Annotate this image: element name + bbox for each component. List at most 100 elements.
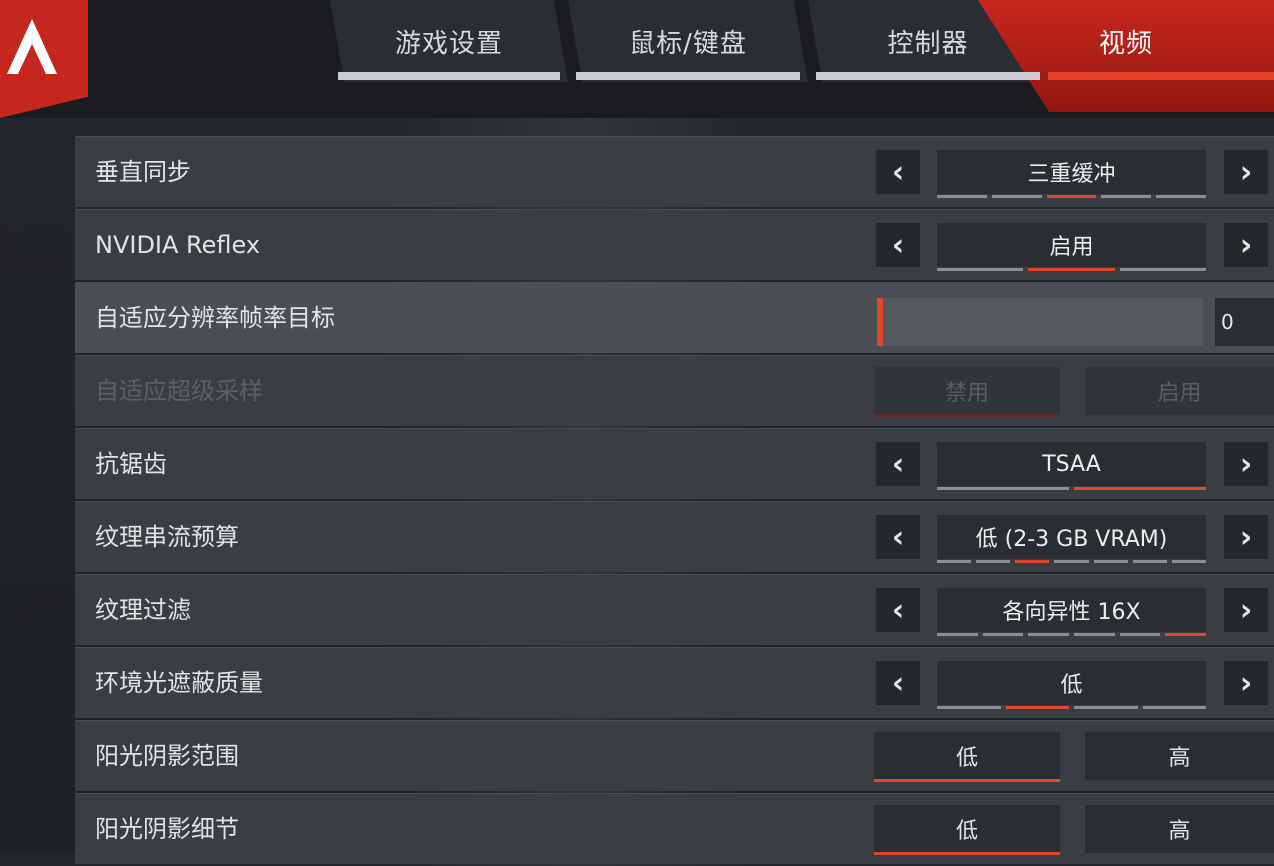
option-indicator: [937, 268, 1206, 271]
option-tick: [1119, 268, 1206, 271]
setting-row-anti-aliasing: 抗锯齿 ‹ TSAA ›: [75, 428, 1274, 499]
chevron-left-icon[interactable]: ‹: [876, 661, 920, 705]
setting-label: NVIDIA Reflex: [95, 231, 261, 259]
option-label: 高: [1168, 819, 1191, 844]
tab-label: 游戏设置: [394, 28, 503, 59]
option-label: 低: [955, 819, 978, 844]
option-label: 禁用: [944, 381, 989, 406]
chevron-left-icon[interactable]: ‹: [876, 515, 920, 559]
option-tick: [937, 268, 1024, 271]
chevron-right-icon[interactable]: ›: [1224, 150, 1268, 194]
chevron-left-icon[interactable]: ‹: [876, 442, 920, 486]
option-tick: [1171, 560, 1206, 563]
setting-row-texture-filtering: 纹理过滤 ‹ 各向异性 16X ›: [75, 574, 1274, 645]
option-tick-selected: [1165, 633, 1207, 636]
tab-video[interactable]: 视频: [978, 0, 1274, 112]
fps-target-slider[interactable]: [877, 298, 1203, 346]
setting-label: 自适应超级采样: [95, 377, 263, 405]
option-indicator: [937, 195, 1206, 198]
chevron-right-icon[interactable]: ›: [1224, 515, 1268, 559]
option-tick: [1156, 195, 1206, 198]
option-tick: [1101, 195, 1152, 198]
apex-logo: [0, 0, 88, 118]
option-enabled-button: 启用: [1085, 367, 1274, 415]
tab-game-settings[interactable]: 游戏设置: [330, 0, 568, 82]
option-tick: [976, 560, 1011, 563]
tab-underline: [1048, 72, 1274, 80]
option-indicator: [937, 633, 1207, 636]
chevron-right-icon[interactable]: ›: [1224, 588, 1268, 632]
option-tick: [1074, 633, 1115, 636]
option-tick: [937, 560, 972, 563]
option-tick: [1119, 633, 1161, 636]
video-settings-list: 垂直同步 ‹ 三重缓冲 › NVIDIA Reflex ‹ 启用 › 自适应分辨…: [75, 136, 1274, 866]
option-tick: [1028, 633, 1070, 636]
chevron-left-icon[interactable]: ‹: [876, 588, 920, 632]
setting-row-sun-shadow-detail: 阳光阴影细节 低 高: [75, 793, 1274, 864]
option-tick-selected: [1046, 195, 1097, 198]
setting-row-adaptive-supersampling: 自适应超级采样 禁用 启用: [75, 355, 1274, 426]
option-label: 启用: [1157, 381, 1202, 406]
option-tick: [1093, 560, 1128, 563]
setting-label: 纹理串流预算: [95, 523, 239, 551]
option-tick: [1132, 560, 1167, 563]
setting-label: 抗锯齿: [95, 450, 167, 478]
option-high-button[interactable]: 高: [1085, 805, 1274, 853]
setting-label: 环境光遮蔽质量: [95, 669, 263, 697]
top-navigation-bar: 游戏设置 鼠标/键盘 控制器 视频: [0, 0, 1274, 118]
chevron-right-icon[interactable]: ›: [1224, 223, 1268, 267]
option-label: 高: [1168, 746, 1191, 771]
setting-label: 阳光阴影细节: [95, 815, 239, 843]
setting-value: 三重缓冲: [937, 150, 1206, 194]
selected-bar: [874, 852, 1060, 855]
setting-value: 低 (2-3 GB VRAM): [937, 515, 1206, 559]
option-indicator: [937, 706, 1206, 709]
slider-value: 0: [1215, 298, 1274, 346]
option-disabled-button: 禁用: [874, 367, 1060, 417]
tab-mouse-keyboard[interactable]: 鼠标/键盘: [568, 0, 808, 82]
tab-underline: [816, 72, 1040, 80]
setting-label: 垂直同步: [95, 158, 191, 186]
option-tick: [1074, 706, 1138, 709]
setting-row-nvidia-reflex: NVIDIA Reflex ‹ 启用 ›: [75, 209, 1274, 280]
chevron-left-icon[interactable]: ‹: [876, 223, 920, 267]
setting-label: 纹理过滤: [95, 596, 191, 624]
tab-label: 鼠标/键盘: [629, 28, 747, 59]
setting-value: 启用: [937, 223, 1206, 267]
setting-row-texture-budget: 纹理串流预算 ‹ 低 (2-3 GB VRAM) ›: [75, 501, 1274, 572]
option-tick: [1142, 706, 1206, 709]
option-indicator: [937, 487, 1206, 490]
option-tick-selected: [1074, 487, 1206, 490]
option-tick: [937, 633, 978, 636]
selected-bar: [874, 414, 1060, 417]
setting-value: 低: [937, 661, 1206, 705]
option-tick-selected: [1015, 560, 1050, 563]
option-tick: [937, 195, 987, 198]
option-tick: [982, 633, 1024, 636]
apex-logo-icon: [7, 19, 57, 74]
chevron-right-icon[interactable]: ›: [1224, 661, 1268, 705]
option-tick: [1054, 560, 1089, 563]
tab-label: 控制器: [887, 28, 969, 59]
setting-value: TSAA: [937, 442, 1206, 486]
option-indicator: [937, 560, 1206, 563]
chevron-left-icon[interactable]: ‹: [876, 150, 920, 194]
selected-bar: [874, 779, 1060, 782]
slider-fill: [877, 298, 883, 346]
option-low-button[interactable]: 低: [874, 732, 1060, 782]
option-tick: [937, 706, 1001, 709]
setting-row-vsync: 垂直同步 ‹ 三重缓冲 ›: [75, 136, 1274, 207]
tab-label: 视频: [1098, 28, 1153, 59]
setting-label: 自适应分辨率帧率目标: [95, 304, 335, 332]
setting-label: 阳光阴影范围: [95, 742, 239, 770]
chevron-right-icon[interactable]: ›: [1224, 442, 1268, 486]
option-high-button[interactable]: 高: [1085, 732, 1274, 780]
option-tick-selected: [1028, 268, 1115, 271]
setting-row-ambient-occlusion: 环境光遮蔽质量 ‹ 低 ›: [75, 647, 1274, 718]
setting-value: 各向异性 16X: [937, 588, 1206, 632]
tab-underline: [338, 72, 560, 80]
option-tick: [991, 195, 1042, 198]
option-tick-selected: [1005, 706, 1069, 709]
option-low-button[interactable]: 低: [874, 805, 1060, 855]
setting-row-sun-shadow-coverage: 阳光阴影范围 低 高: [75, 720, 1274, 791]
